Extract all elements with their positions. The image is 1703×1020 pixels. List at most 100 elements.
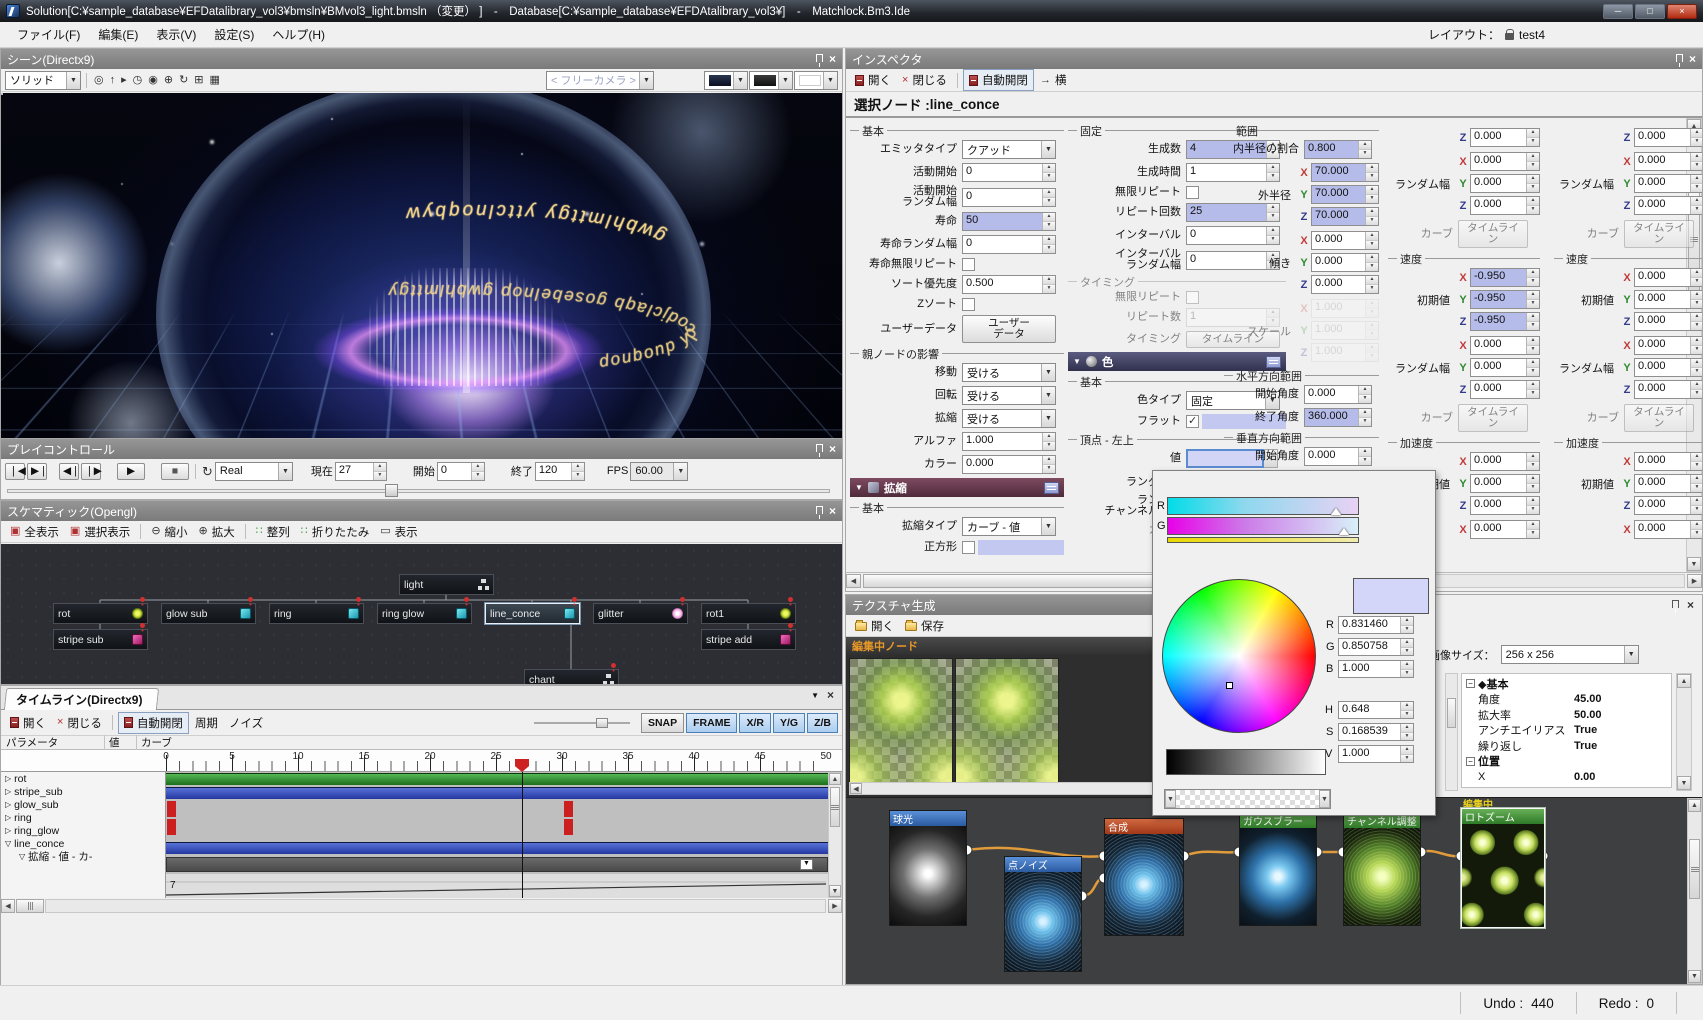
texture-node-合成[interactable]: 合成: [1104, 818, 1184, 936]
timeline-ruler[interactable]: 05101520253035404550: [1, 750, 842, 772]
value-field[interactable]: 0.000▲▼: [1634, 152, 1702, 171]
value-field[interactable]: 1.000▲▼: [1311, 343, 1379, 362]
pin-icon[interactable]: [1676, 54, 1683, 62]
camera-dropdown[interactable]: < フリーカメラ >▼: [546, 71, 654, 90]
spinner[interactable]: ▲▼: [1526, 521, 1539, 538]
value-field[interactable]: 0.000▲▼: [1634, 290, 1702, 309]
tool-周期[interactable]: 周期: [190, 713, 223, 733]
schematic-node-glow sub[interactable]: glow sub: [161, 603, 256, 624]
fit-icon[interactable]: ⊞: [194, 75, 203, 86]
value-field[interactable]: 70.000▲▼: [1311, 163, 1379, 182]
clock-icon[interactable]: ◷: [133, 75, 143, 86]
spinner[interactable]: ▲▼: [1526, 313, 1539, 330]
value-field[interactable]: 0.000▲▼: [1470, 152, 1540, 171]
s-value-field[interactable]: 0.168539▲▼: [1338, 723, 1414, 741]
spinner[interactable]: ▲▼: [1365, 276, 1378, 293]
spinner[interactable]: ▲▼: [1365, 232, 1378, 249]
mode-button-Z/B[interactable]: Z/B: [807, 713, 838, 733]
curve-area[interactable]: 7: [166, 874, 828, 898]
tool-選択表示[interactable]: ▣選択表示: [65, 522, 135, 542]
scene-viewport[interactable]: gwbhlmttgy yttclnoqbyw doubonp ypcodjcla…: [1, 93, 842, 438]
button-カーブ[interactable]: タイムライン: [1624, 404, 1694, 432]
timeline-zoom-slider[interactable]: [534, 717, 630, 729]
tree-row-rot[interactable]: ▷rot: [1, 772, 165, 785]
spinner[interactable]: ▲▼: [1358, 386, 1371, 403]
tool-開く[interactable]: 開く: [5, 713, 51, 733]
value-field[interactable]: 0.000▲▼: [1470, 380, 1540, 399]
property-grid-left-scrollbar[interactable]: [1445, 673, 1458, 791]
spinner[interactable]: ▲▼: [1690, 197, 1702, 214]
play-mode-dropdown[interactable]: Real▼: [215, 462, 293, 481]
expand-icon[interactable]: ▷: [5, 813, 11, 822]
spinner[interactable]: ▲▼: [1365, 208, 1378, 225]
track-bar-blue[interactable]: [166, 787, 828, 799]
pin-icon[interactable]: [816, 54, 823, 62]
tool-自動開閉[interactable]: 自動開閉: [963, 69, 1034, 91]
value-field[interactable]: 0.000▲▼: [1634, 520, 1702, 539]
property-row-繰り返し[interactable]: 繰り返しTrue: [1466, 738, 1667, 754]
value-field[interactable]: -0.950▲▼: [1470, 268, 1540, 287]
dropdown[interactable]: 受ける▼: [962, 386, 1056, 405]
spinner[interactable]: ▲▼: [1365, 300, 1378, 317]
value-field[interactable]: 0▲▼: [962, 235, 1056, 254]
mode-button-X/R[interactable]: X/R: [739, 713, 771, 733]
note-icon[interactable]: [1044, 482, 1059, 494]
h-value-field[interactable]: 0.648▲▼: [1338, 701, 1414, 719]
close-icon[interactable]: ×: [829, 444, 836, 454]
chevron-down-icon[interactable]: ▼: [800, 859, 813, 870]
schematic-node-chant[interactable]: chant: [524, 669, 619, 684]
value-field[interactable]: -0.950▲▼: [1470, 312, 1540, 331]
menu-item-1[interactable]: 編集(E): [89, 26, 147, 44]
spinner[interactable]: ▲▼: [1690, 475, 1702, 492]
loop-icon[interactable]: ↻: [202, 466, 213, 477]
value-field[interactable]: 0.000▲▼: [1304, 385, 1372, 404]
target-icon[interactable]: ◉: [148, 75, 158, 86]
texture-node-球光[interactable]: 球光: [889, 810, 967, 926]
b-gradient-slider[interactable]: [1167, 537, 1359, 543]
schematic-node-light[interactable]: light: [399, 574, 494, 595]
button-カーブ[interactable]: タイムライン: [1458, 220, 1528, 248]
checkbox[interactable]: [962, 258, 975, 271]
end-frame-field[interactable]: 120▲▼: [535, 462, 585, 481]
schematic-node-ring glow[interactable]: ring glow: [377, 603, 472, 624]
spinner[interactable]: ▲▼: [1365, 344, 1378, 361]
spinner[interactable]: ▲▼: [1365, 164, 1378, 181]
value-field[interactable]: 0.000▲▼: [1634, 196, 1702, 215]
grid-icon[interactable]: ▦: [210, 75, 220, 86]
spinner[interactable]: ▲▼: [1042, 433, 1055, 450]
spinner[interactable]: ▲▼: [1042, 189, 1055, 206]
node-graph-scrollbar[interactable]: ▲ ▼: [1687, 798, 1702, 984]
spinner[interactable]: ▲▼: [1690, 153, 1702, 170]
spinner[interactable]: ▲▼: [1690, 381, 1702, 398]
dropdown[interactable]: カーブ - 値▼: [962, 517, 1056, 536]
grid-color-dropdown[interactable]: ▼: [749, 71, 793, 90]
schematic-node-rot1[interactable]: rot1: [701, 603, 796, 624]
value-field[interactable]: 0.000▲▼: [1634, 358, 1702, 377]
maximize-button[interactable]: □: [1635, 4, 1665, 19]
spinner[interactable]: ▲▼: [1526, 153, 1539, 170]
tool-ノイズ[interactable]: ノイズ: [224, 713, 268, 733]
schematic-node-ring[interactable]: ring: [269, 603, 364, 624]
shading-mode-dropdown[interactable]: ソリッド▼: [5, 71, 81, 90]
tool-折りたたみ[interactable]: ∷折りたたみ: [296, 522, 375, 542]
close-button[interactable]: ×: [1667, 4, 1697, 19]
alpha-slider[interactable]: ▼ ▼: [1164, 789, 1331, 809]
spinner[interactable]: ▲▼: [1690, 521, 1702, 538]
value-field[interactable]: 0.000▲▼: [1470, 336, 1540, 355]
button-ユーザーデータ[interactable]: ユーザー データ: [962, 315, 1056, 343]
spinner[interactable]: ▲▼: [1042, 164, 1055, 181]
schematic-node-line_conce[interactable]: line_conce: [485, 603, 580, 624]
timeline-horizontal-scrollbar[interactable]: ◀ ▶: [1, 899, 842, 914]
tool-縮小[interactable]: ⊖縮小: [146, 522, 192, 542]
text-color-dropdown[interactable]: ▼: [794, 71, 838, 90]
value-field[interactable]: 0.000▲▼: [1634, 474, 1702, 493]
start-frame-field[interactable]: 0▲▼: [437, 462, 485, 481]
value-field[interactable]: 0.000▲▼: [1634, 128, 1702, 147]
texture-node-graph[interactable]: ▲ ▼ 球光点ノイズ合成ガウスブラーチャンネル調整編集中ロトズーム: [846, 797, 1702, 984]
spinner[interactable]: ▲▼: [1690, 291, 1702, 308]
dropdown[interactable]: クアッド▼: [962, 140, 1056, 159]
pin-icon[interactable]: [816, 444, 823, 452]
color-wheel[interactable]: [1162, 579, 1316, 733]
checkbox[interactable]: [962, 541, 975, 554]
schematic-node-stripe add[interactable]: stripe add: [701, 629, 796, 650]
